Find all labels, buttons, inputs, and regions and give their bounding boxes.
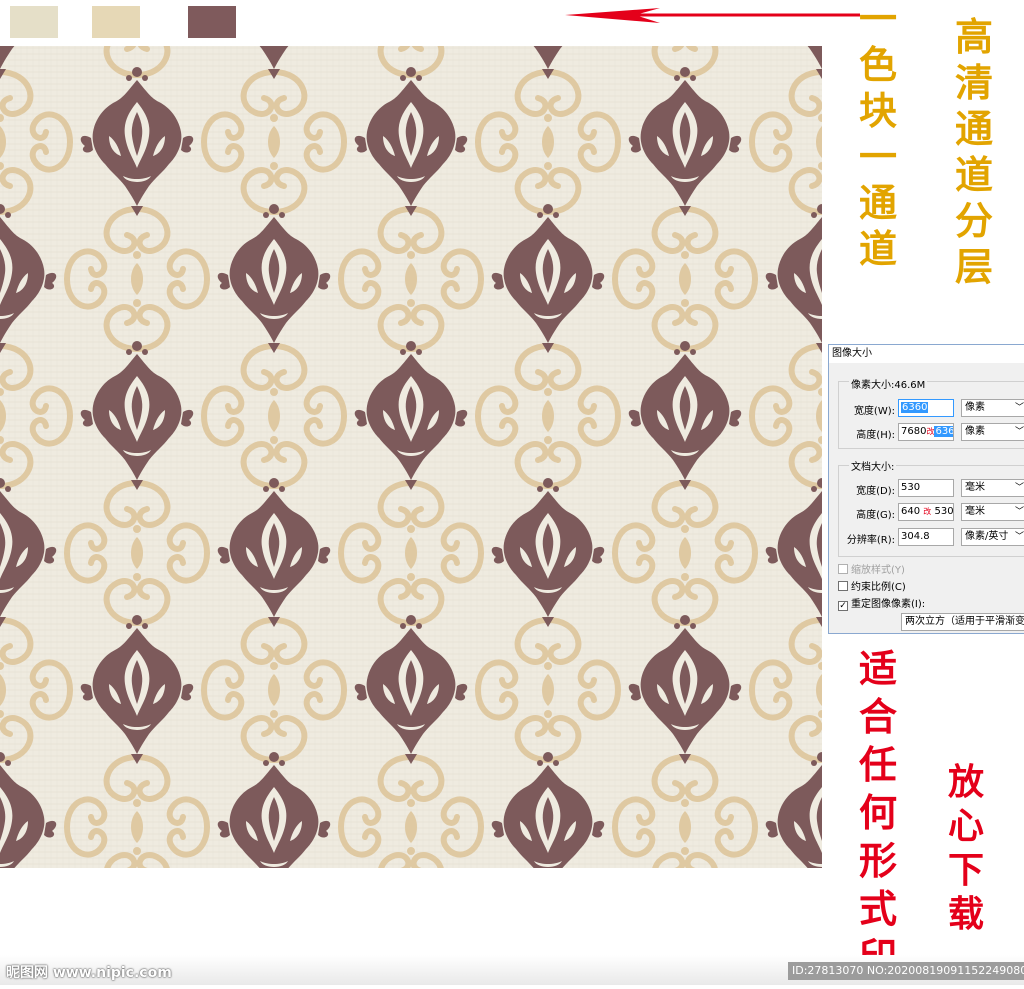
doc-width-unit: 毫米 (965, 482, 985, 493)
chevron-down-icon: ﹀ (1014, 507, 1024, 517)
right-gold-vertical-text: 高 清 通 道 分 层 (954, 18, 994, 294)
doc-height-input[interactable]: 640 改 530 (898, 503, 954, 521)
doc-width-label: 宽度(D): (856, 486, 895, 497)
resample-checkbox[interactable]: ✓ 重定图像像素(I): (838, 595, 925, 611)
height-input[interactable]: 7680改6360 (898, 423, 954, 441)
doc-height-value: 530 (934, 506, 954, 517)
doc-height-old-value: 640 (901, 506, 921, 517)
height-unit-select[interactable]: 像素 ﹀ (961, 423, 1024, 441)
chevron-down-icon: ﹀ (1014, 483, 1024, 493)
glyph: 一 (858, 0, 897, 41)
resolution-unit: 像素/英寸 (965, 531, 1009, 542)
color-swatch-1 (10, 6, 58, 38)
checkbox-icon (838, 581, 848, 591)
resolution-input[interactable]: 304.8 (898, 528, 954, 546)
width-unit: 像素 (965, 402, 985, 413)
glyph: 道 (858, 226, 897, 271)
doc-height-unit-select[interactable]: 毫米 ﹀ (961, 503, 1024, 521)
glyph: 下 (947, 849, 984, 891)
damask-pattern (0, 46, 822, 868)
glyph: 心 (947, 805, 984, 847)
width-label: 宽度(W): (853, 406, 895, 417)
width-unit-select[interactable]: 像素 ﹀ (961, 399, 1024, 417)
pixel-width-row: 宽度(W): 6360 像素 ﹀ (829, 399, 1024, 417)
image-id-label: ID:27813070 NO:20200819091152249080 (788, 962, 1024, 980)
resolution-label: 分辨率(R): (846, 535, 895, 546)
glyph: 清 (954, 60, 993, 105)
doc-height-unit: 毫米 (965, 506, 985, 517)
glyph: 何 (858, 790, 897, 835)
color-swatch-2 (92, 6, 140, 38)
checkmark-icon: ✓ (838, 601, 848, 611)
chevron-down-icon: ﹀ (1014, 532, 1024, 542)
doc-height-row: 高度(G): 640 改 530 毫米 ﹀ (829, 503, 1024, 521)
chevron-down-icon: ﹀ (1014, 403, 1024, 413)
glyph: 任 (858, 742, 897, 787)
doc-size-label: 文档大小: (849, 458, 897, 473)
image-size-dialog: 图像大小 像素大小:46.6M 宽度(W): 6360 像素 ﹀ 高度(H): 7… (828, 344, 1024, 634)
pixel-height-row: 高度(H): 7680改6360 像素 ﹀ (829, 423, 1024, 441)
red-vertical-text-left: 适 合 任 何 形 式 印 (858, 650, 898, 986)
doc-height-label: 高度(G): (856, 510, 895, 521)
pixel-size-label: 像素大小:46.6M (849, 376, 928, 391)
glyph: 式 (858, 886, 897, 931)
glyph: 一 (858, 134, 897, 179)
scale-styles-checkbox[interactable]: 缩放样式(Y) (838, 561, 905, 576)
chevron-down-icon: ﹀ (1014, 427, 1024, 437)
glyph: 层 (954, 244, 993, 289)
doc-width-unit-select[interactable]: 毫米 ﹀ (961, 479, 1024, 497)
glyph: 色 (858, 42, 897, 87)
glyph: 放 (947, 761, 984, 803)
constrain-label: 约束比例(C) (851, 582, 906, 593)
glyph: 适 (858, 646, 897, 691)
resample-label: 重定图像像素(I): (851, 599, 926, 610)
glyph: 块 (858, 88, 897, 133)
glyph: 分 (954, 198, 993, 243)
glyph: 通 (858, 180, 897, 225)
height-old-value: 7680 (901, 426, 927, 437)
glyph: 高 (954, 14, 993, 59)
scale-styles-label: 缩放样式(Y) (851, 565, 905, 576)
glyph: 合 (858, 694, 897, 739)
width-value: 6360 (901, 402, 929, 413)
doc-width-row: 宽度(D): 530 毫米 ﹀ (829, 479, 1024, 497)
dialog-title: 图像大小 (829, 345, 1024, 363)
resample-method-select[interactable]: 两次立方（适用于平滑渐变 (901, 613, 1024, 631)
glyph: 通 (954, 106, 993, 151)
checkbox-icon (838, 564, 848, 574)
glyph: 道 (954, 152, 993, 197)
color-swatch-3 (188, 6, 236, 38)
left-gold-vertical-text: 一 色 块 一 通 道 (858, 0, 898, 276)
red-vertical-text-right: 放 心 下 载 (946, 764, 986, 940)
site-watermark: 昵图网 www.nipic.com (6, 965, 172, 981)
height-value: 6360 (934, 426, 953, 437)
doc-width-input[interactable]: 530 (898, 479, 954, 497)
glyph: 形 (858, 838, 897, 883)
handwritten-change-mark: 改 (923, 507, 932, 516)
height-label: 高度(H): (856, 430, 895, 441)
glyph: 载 (947, 893, 984, 935)
arrow-left-icon (565, 8, 860, 23)
resolution-unit-select[interactable]: 像素/英寸 ﹀ (961, 528, 1024, 546)
constrain-proportions-checkbox[interactable]: 约束比例(C) (838, 578, 906, 593)
resolution-row: 分辨率(R): 304.8 像素/英寸 ﹀ (829, 528, 1024, 546)
width-input[interactable]: 6360 (898, 399, 954, 417)
height-unit: 像素 (965, 426, 985, 437)
